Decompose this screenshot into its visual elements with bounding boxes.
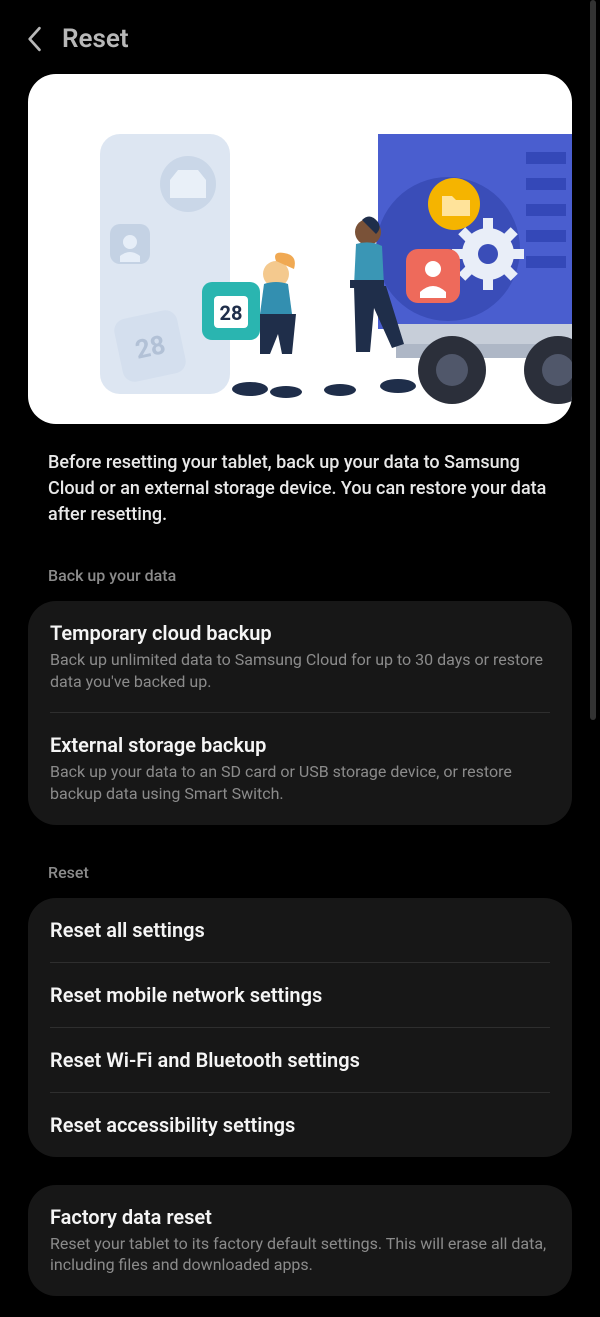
item-title: Factory data reset	[50, 1205, 550, 1229]
item-title: Reset accessibility settings	[50, 1113, 550, 1137]
item-reset-accessibility[interactable]: Reset accessibility settings	[28, 1093, 572, 1157]
scroll-thumb[interactable]	[590, 0, 596, 720]
calendar-number-bg: 28	[133, 330, 168, 366]
item-external-storage-backup[interactable]: External storage backup Back up your dat…	[28, 713, 572, 824]
item-factory-data-reset[interactable]: Factory data reset Reset your tablet to …	[28, 1185, 572, 1296]
reset-illustration: 28 28	[28, 74, 572, 424]
item-title: Temporary cloud backup	[50, 621, 550, 645]
section-label-reset: Reset	[0, 825, 600, 892]
item-reset-mobile-network[interactable]: Reset mobile network settings	[28, 963, 572, 1027]
item-title: Reset all settings	[50, 918, 550, 942]
item-title: Reset mobile network settings	[50, 983, 550, 1007]
item-subtitle: Reset your tablet to its factory default…	[50, 1233, 550, 1276]
intro-text: Before resetting your tablet, back up yo…	[0, 424, 600, 528]
reset-card: Reset all settings Reset mobile network …	[28, 898, 572, 1157]
item-reset-all-settings[interactable]: Reset all settings	[28, 898, 572, 962]
header: Reset	[0, 0, 600, 74]
factory-card: Factory data reset Reset your tablet to …	[28, 1185, 572, 1296]
item-title: Reset Wi-Fi and Bluetooth settings	[50, 1048, 550, 1072]
item-title: External storage backup	[50, 733, 550, 757]
backup-card: Temporary cloud backup Back up unlimited…	[28, 601, 572, 824]
back-icon[interactable]	[20, 25, 48, 53]
item-subtitle: Back up your data to an SD card or USB s…	[50, 761, 550, 804]
item-subtitle: Back up unlimited data to Samsung Cloud …	[50, 649, 550, 692]
section-label-backup: Back up your data	[0, 528, 600, 595]
scrollbar[interactable]	[590, 0, 596, 1317]
item-reset-wifi-bluetooth[interactable]: Reset Wi-Fi and Bluetooth settings	[28, 1028, 572, 1092]
calendar-number: 28	[220, 301, 243, 325]
page-title: Reset	[62, 24, 129, 54]
item-temporary-cloud-backup[interactable]: Temporary cloud backup Back up unlimited…	[28, 601, 572, 712]
